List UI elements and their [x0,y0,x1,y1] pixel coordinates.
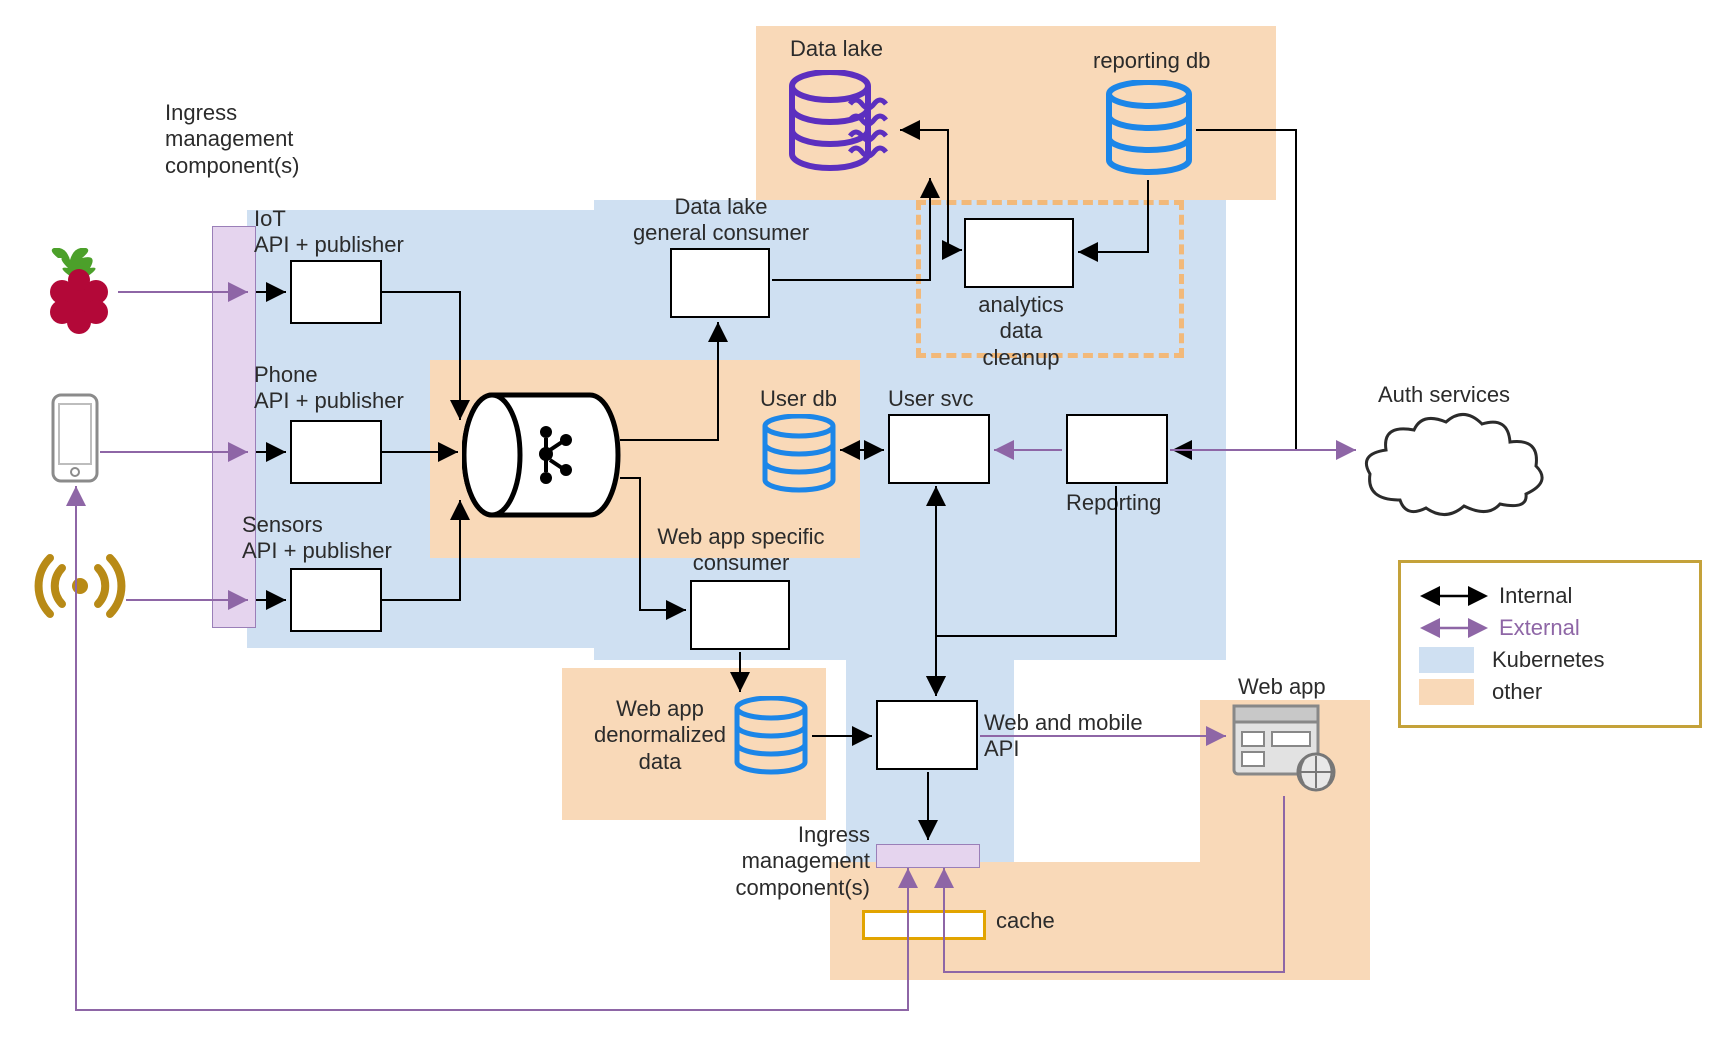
legend-other: other [1419,679,1681,705]
cache-box [862,910,986,940]
data-lake-consumer-label: Data lake general consumer [616,194,826,247]
analytics-cleanup-box [964,218,1074,288]
sensor-icon [34,540,126,632]
web-mobile-api-box [876,700,978,770]
architecture-diagram: Ingress management component(s) Io [0,0,1722,1062]
legend-internal-label: Internal [1499,583,1572,609]
legend-kubernetes-label: Kubernetes [1492,647,1605,673]
legend: Internal External Kubernetes other [1398,560,1702,728]
user-db-label: User db [760,386,837,412]
webapp-consumer-label: Web app specific consumer [636,524,846,577]
cache-label: cache [996,908,1055,934]
legend-swatch-kubernetes [1419,647,1474,673]
phone-icon [50,392,100,484]
analytics-cleanup-label: analytics data cleanup [956,292,1086,371]
phone-publisher-label: Phone API + publisher [254,362,404,415]
webapp-consumer-box [690,580,790,650]
ingress-bottom-bar [876,844,980,868]
webapp-denorm-db-icon [732,696,810,780]
user-svc-box [888,414,990,484]
auth-label: Auth services [1378,382,1510,408]
legend-other-label: other [1492,679,1542,705]
sensors-publisher-box [290,568,382,632]
data-lake-label: Data lake [790,36,883,62]
reporting-box [1066,414,1168,484]
user-svc-label: User svc [888,386,974,412]
web-mobile-api-label: Web and mobile API [984,710,1154,763]
legend-kubernetes: Kubernetes [1419,647,1681,673]
legend-external: External [1419,615,1681,641]
cloud-icon [1360,410,1550,520]
reporting-label: Reporting [1066,490,1161,516]
iot-publisher-label: IoT API + publisher [254,206,404,259]
phone-publisher-box [290,420,382,484]
sensors-publisher-label: Sensors API + publisher [242,512,392,565]
legend-internal: Internal [1419,583,1681,609]
web-app-label: Web app [1238,674,1326,700]
kafka-icon [462,380,622,530]
web-app-icon [1230,702,1340,794]
reporting-db-label: reporting db [1093,48,1210,74]
legend-swatch-other [1419,679,1474,705]
reporting-db-icon [1104,80,1194,180]
iot-publisher-box [290,260,382,324]
legend-external-label: External [1499,615,1580,641]
ingress-left-label: Ingress management component(s) [165,100,300,179]
ingress-left-bar [212,226,256,628]
data-lake-db-icon [788,70,898,180]
ingress-bottom-label: Ingress management component(s) [732,822,870,901]
webapp-denorm-label: Web app denormalized data [590,696,730,775]
user-db-icon [760,414,838,498]
data-lake-consumer-box [670,248,770,318]
raspberry-pi-icon [40,248,118,336]
